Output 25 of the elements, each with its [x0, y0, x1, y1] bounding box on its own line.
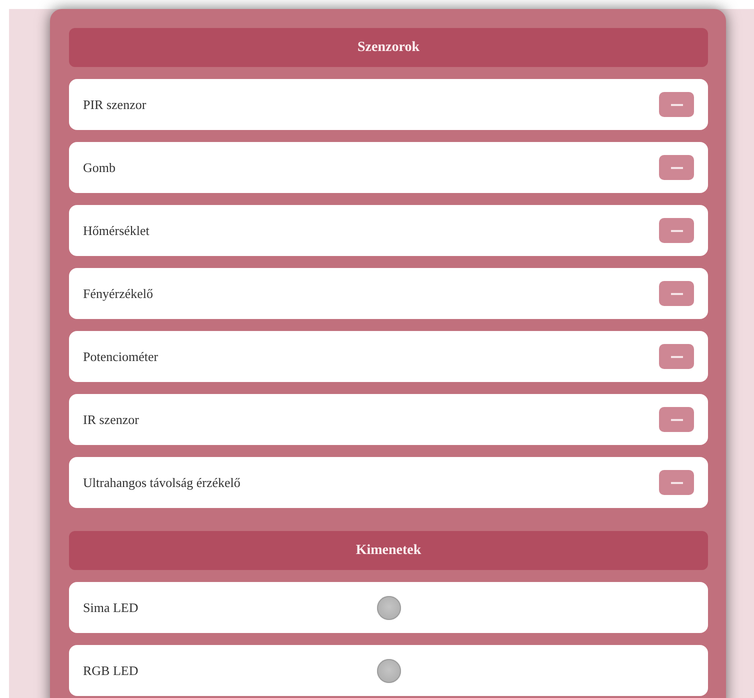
section-header: Szenzorok [69, 28, 708, 67]
item-label: RGB LED [83, 662, 138, 678]
minus-button[interactable] [659, 407, 694, 432]
item-label: Sima LED [83, 600, 138, 616]
minus-icon [670, 230, 682, 232]
minus-button[interactable] [659, 470, 694, 495]
minus-icon [670, 418, 682, 420]
minus-button[interactable] [659, 344, 694, 369]
section-header: Kimenetek [69, 531, 708, 570]
minus-icon [670, 356, 682, 358]
minus-button[interactable] [659, 155, 694, 180]
item-label: Fényérzékelő [83, 286, 154, 302]
minus-button[interactable] [659, 218, 694, 243]
item-label: IR szenzor [83, 412, 139, 428]
item-label: Hőmérséklet [83, 222, 150, 238]
minus-button[interactable] [659, 281, 694, 306]
minus-icon [670, 166, 682, 168]
minus-button[interactable] [659, 92, 694, 117]
item-label: Gomb [83, 160, 116, 176]
item-label: Ultrahangos távolság érzékelő [83, 474, 240, 490]
item-label: Potenciométer [83, 348, 158, 364]
item-label: PIR szenzor [83, 96, 146, 112]
minus-icon [670, 292, 682, 294]
minus-icon [670, 104, 682, 106]
minus-icon [670, 482, 682, 484]
